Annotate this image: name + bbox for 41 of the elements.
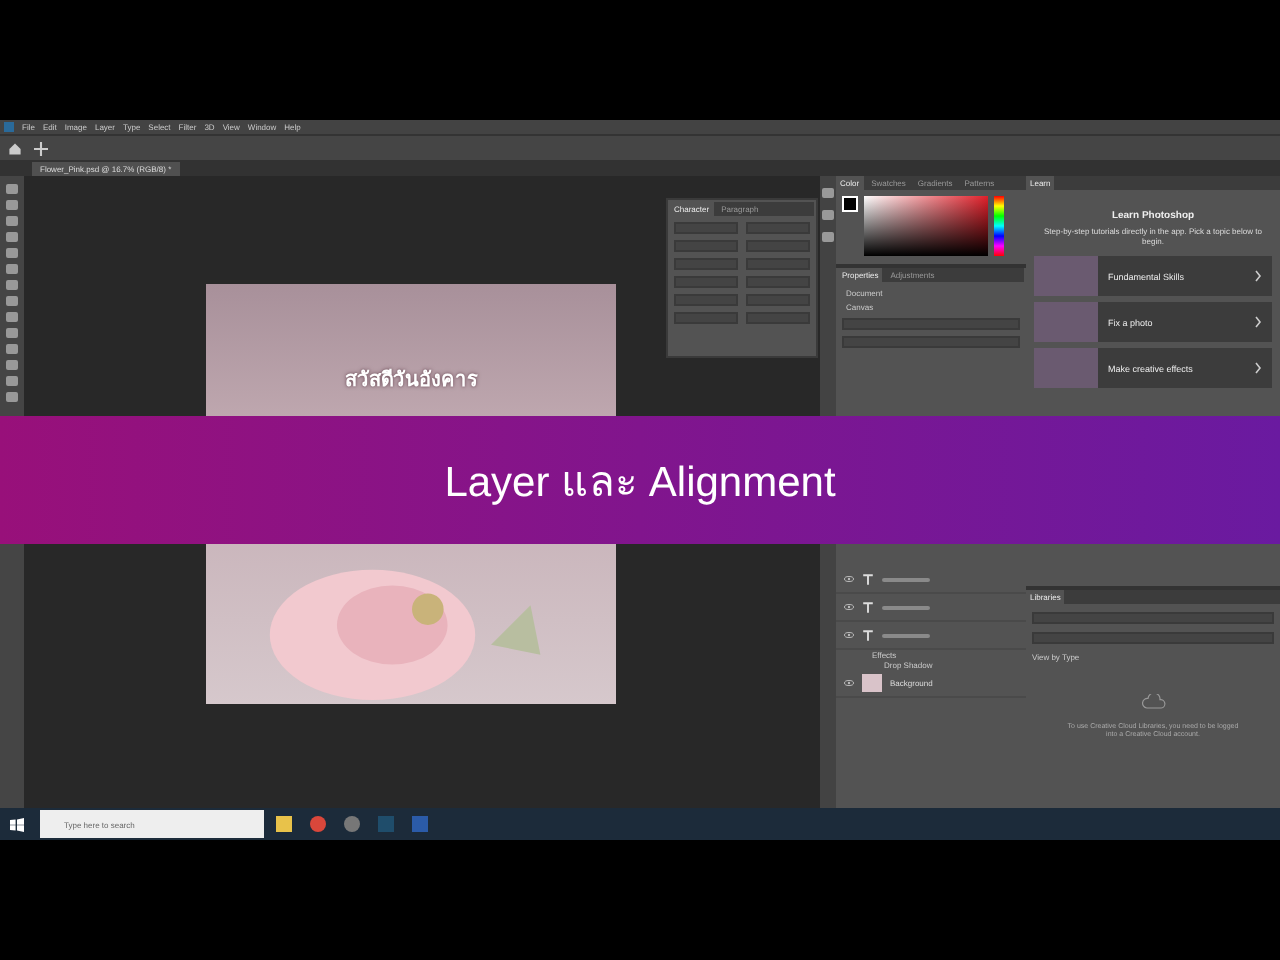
input-field[interactable] <box>674 240 738 252</box>
input-field[interactable] <box>674 294 738 306</box>
eye-icon[interactable] <box>844 680 854 686</box>
library-dropdown[interactable] <box>1032 612 1274 624</box>
input-field[interactable] <box>746 276 810 288</box>
hue-spectrum <box>994 196 1004 256</box>
input-field[interactable] <box>674 258 738 270</box>
app-icon[interactable] <box>344 816 360 832</box>
input-field[interactable] <box>746 240 810 252</box>
input-field[interactable] <box>842 318 1020 330</box>
cloud-icon <box>1141 694 1165 710</box>
input-field[interactable] <box>842 336 1020 348</box>
color-picker[interactable] <box>864 196 988 256</box>
chevron-icon <box>1254 316 1262 328</box>
text-layer-icon <box>862 601 874 613</box>
layer-thumbnail <box>862 674 882 692</box>
search-field[interactable] <box>1032 632 1274 644</box>
input-field[interactable] <box>746 312 810 324</box>
canvas-heading: สวัสดีวันอังคาร <box>345 366 477 394</box>
chevron-icon <box>1254 270 1262 282</box>
photo-placeholder <box>1034 256 1098 296</box>
chevron-icon <box>1254 362 1262 374</box>
eye-icon[interactable] <box>844 604 854 610</box>
eye-icon[interactable] <box>844 576 854 582</box>
color-swatch-icon[interactable] <box>842 196 858 212</box>
input-field[interactable] <box>674 276 738 288</box>
input-field[interactable] <box>674 222 738 234</box>
photo-placeholder <box>1034 302 1098 342</box>
text-layer-icon <box>862 629 874 641</box>
photo-placeholder <box>1034 348 1098 388</box>
input-field[interactable] <box>746 222 810 234</box>
text-layer-icon <box>862 573 874 585</box>
browser-icon[interactable] <box>310 816 326 832</box>
input-field[interactable] <box>674 312 738 324</box>
windows-start-icon[interactable] <box>10 817 24 831</box>
home-icon[interactable] <box>8 141 22 155</box>
input-field[interactable] <box>746 258 810 270</box>
banner-title: Layer และ Alignment <box>444 457 836 509</box>
move-tool-icon[interactable] <box>34 141 48 155</box>
input-field[interactable] <box>746 294 810 306</box>
eye-icon[interactable] <box>844 632 854 638</box>
